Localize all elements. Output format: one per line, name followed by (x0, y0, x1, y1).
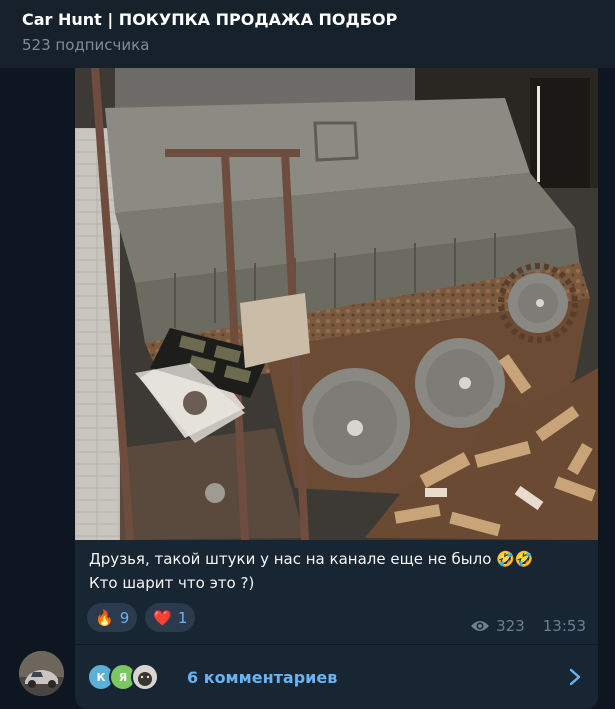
laughing-emoji-icon: 🤣🤣 (496, 550, 534, 568)
fire-icon: 🔥 (95, 608, 114, 627)
commenter-avatars: К Я (87, 663, 187, 691)
avatar (131, 663, 159, 691)
channel-title[interactable]: Car Hunt | ПОКУПКА ПРОДАЖА ПОДБОР (22, 9, 593, 31)
reaction-count: 1 (177, 608, 188, 627)
heart-icon: ❤️ (153, 608, 172, 627)
view-count: 323 (496, 617, 525, 635)
cat-avatar-icon (133, 665, 157, 689)
reaction-fire[interactable]: 🔥 9 (87, 603, 138, 632)
reaction-heart[interactable]: ❤️ 1 (145, 603, 196, 632)
comments-button[interactable]: К Я 6 комментариев (75, 644, 598, 709)
caption-line-1: Друзья, такой штуки у нас на канале еще … (89, 550, 492, 568)
tracked-vehicle-photo (75, 68, 598, 540)
caption-line-2: Кто шарит что это ?) (89, 574, 255, 592)
post-caption: Друзья, такой штуки у нас на канале еще … (89, 547, 589, 595)
comments-count-label[interactable]: 6 комментариев (187, 668, 337, 687)
reactions-row: 🔥 9 ❤️ 1 (87, 603, 196, 632)
post-time: 13:53 (542, 617, 586, 635)
chevron-right-icon[interactable] (568, 667, 582, 687)
channel-avatar[interactable] (19, 651, 64, 696)
eye-icon (471, 621, 490, 631)
reaction-count: 9 (119, 608, 130, 627)
car-avatar-icon (19, 651, 64, 696)
channel-post: Друзья, такой штуки у нас на канале еще … (75, 68, 598, 709)
channel-header[interactable]: Car Hunt | ПОКУПКА ПРОДАЖА ПОДБОР 523 по… (0, 0, 615, 68)
post-photo[interactable] (75, 68, 598, 540)
subscriber-count: 523 подписчика (22, 36, 150, 54)
post-meta: 323 13:53 (470, 617, 586, 635)
